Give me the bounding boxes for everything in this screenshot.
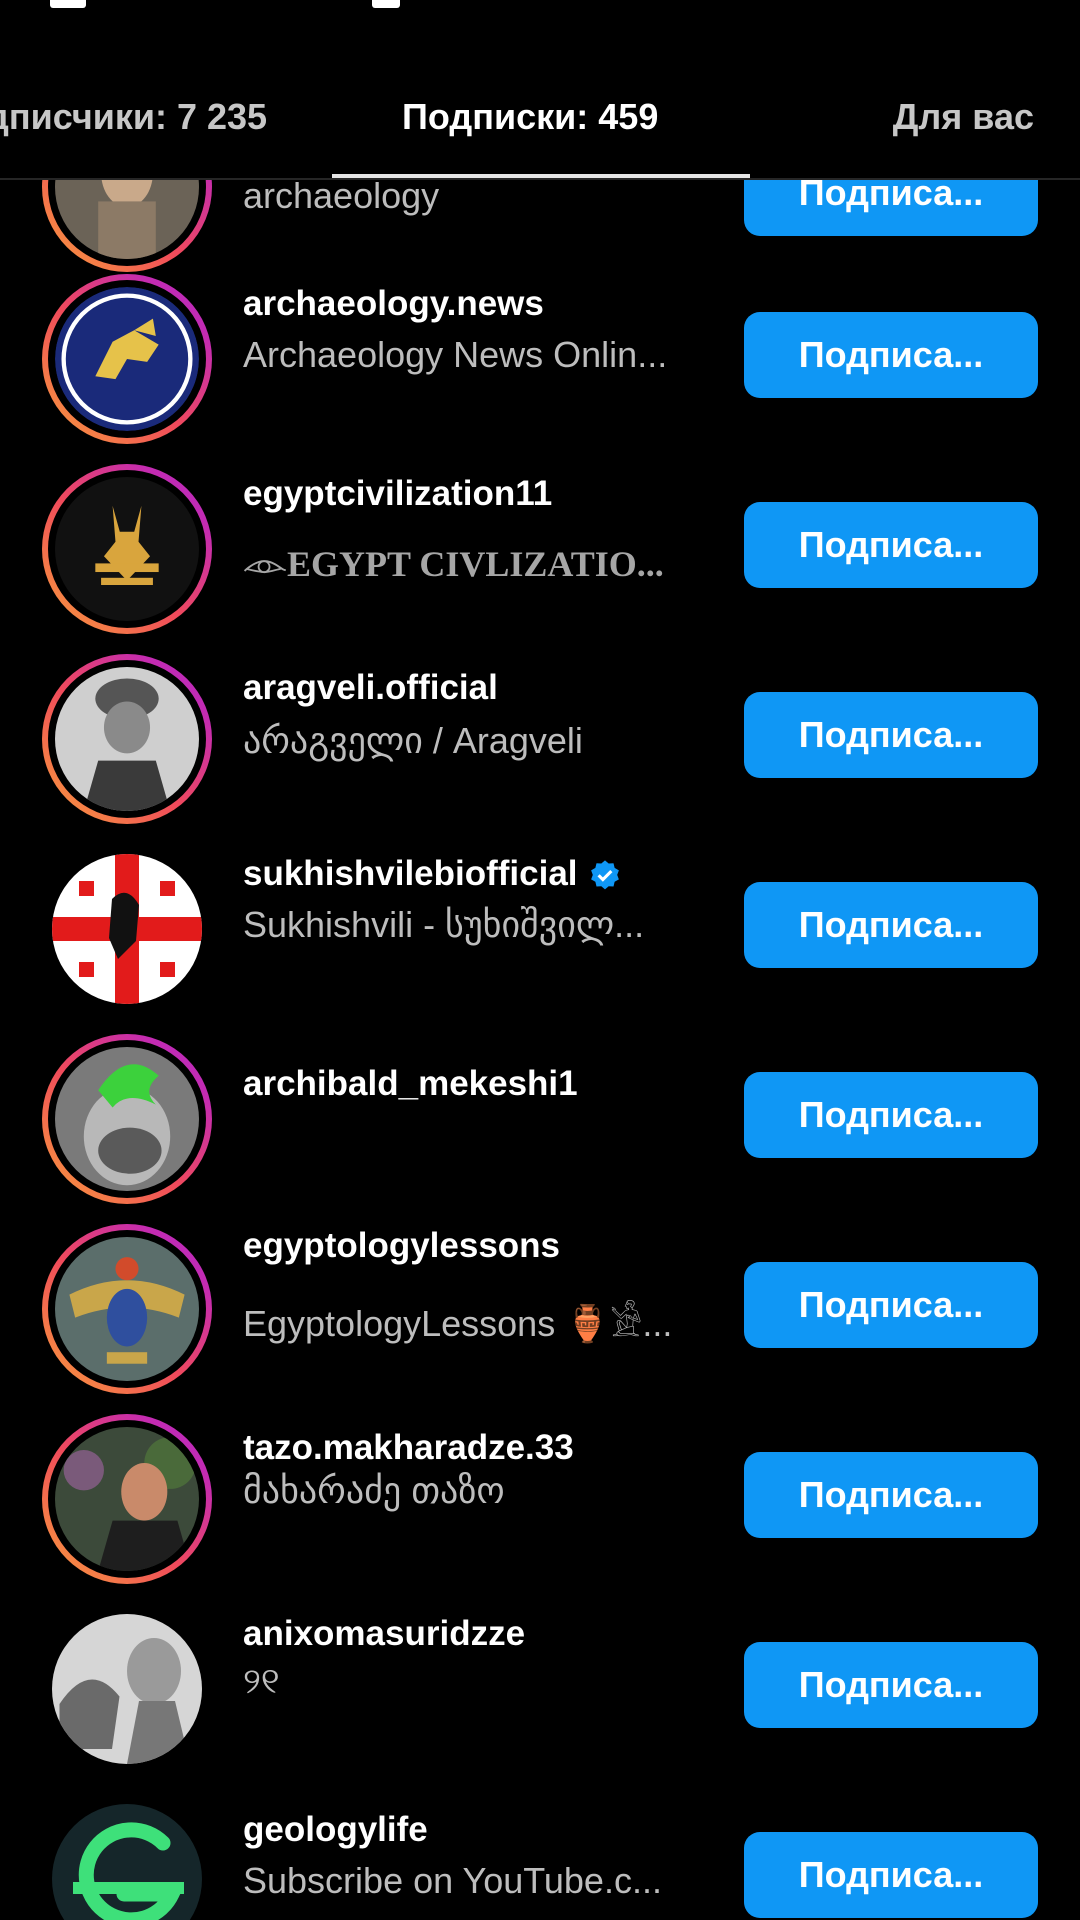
following-button[interactable]: Подписа...: [744, 1642, 1038, 1728]
avatar[interactable]: [42, 1794, 212, 1920]
list-item-username[interactable]: sukhishvilebiofficial: [243, 854, 622, 894]
list-item-subtitle: 𓁹EGYPT CIVLIZATIO...: [243, 544, 664, 584]
list-item-subtitle: Archaeology News Onlin...: [243, 334, 668, 375]
list-item-subtitle: EgyptologyLessons 🏺𓀀...: [243, 1303, 673, 1344]
following-button[interactable]: Подписа...: [744, 1072, 1038, 1158]
list-item-subtitle: არაგველი / Aragveli: [243, 720, 583, 761]
list-item-subtitle: Sukhishvili - სუხიშვილ...: [243, 904, 645, 945]
tab-for-you[interactable]: Для вас: [893, 96, 1034, 138]
list-item[interactable]: sukhishvilebiofficial Sukhishvili - სუხი…: [0, 834, 1080, 1024]
list-item-subtitle: Subscribe on YouTube.c...: [243, 1860, 662, 1901]
list-item-username[interactable]: aragveli.official: [243, 668, 498, 708]
following-button[interactable]: Подписа...: [744, 1262, 1038, 1348]
list-item-subtitle: მახარაძე თაზო: [243, 1470, 505, 1511]
following-button[interactable]: Подписа...: [744, 502, 1038, 588]
list-item-username[interactable]: egyptcivilization11: [243, 474, 552, 514]
list-item[interactable]: tazo.makharadze.33 მახარაძე თაზო Подписа…: [0, 1404, 1080, 1594]
list-item-username[interactable]: egyptologylessons: [243, 1226, 560, 1266]
avatar[interactable]: [42, 1604, 212, 1774]
following-list: archaeology Подписа... archaeology.news …: [0, 180, 1080, 1920]
list-item-username[interactable]: anixomasuridzze: [243, 1614, 525, 1654]
list-item-username[interactable]: geologylife: [243, 1810, 428, 1850]
list-item-username[interactable]: archibald_mekeshi1: [243, 1064, 578, 1104]
avatar[interactable]: [42, 180, 212, 272]
following-button[interactable]: Подписа...: [744, 1452, 1038, 1538]
avatar[interactable]: [42, 1224, 212, 1394]
list-item-username[interactable]: tazo.makharadze.33: [243, 1428, 574, 1468]
following-button[interactable]: Подписа...: [744, 312, 1038, 398]
list-item[interactable]: archibald_mekeshi1 Подписа...: [0, 1024, 1080, 1214]
list-item-username[interactable]: archaeology.news: [243, 284, 544, 324]
list-item[interactable]: anixomasuridzze ୨୧ Подписа...: [0, 1594, 1080, 1784]
following-button[interactable]: Подписа...: [744, 692, 1038, 778]
avatar[interactable]: [42, 654, 212, 824]
avatar[interactable]: [42, 1034, 212, 1204]
list-item[interactable]: egyptologylessons EgyptologyLessons 🏺𓀀..…: [0, 1214, 1080, 1404]
verified-badge-icon: [590, 860, 619, 890]
following-button[interactable]: Подписа...: [744, 180, 1038, 236]
username-text: sukhishvilebiofficial: [243, 854, 578, 893]
tab-following[interactable]: Подписки: 459: [402, 96, 658, 138]
list-item[interactable]: archaeology.news Archaeology News Onlin.…: [0, 264, 1080, 454]
following-button[interactable]: Подписа...: [744, 882, 1038, 968]
list-item-subtitle: archaeology: [243, 180, 440, 216]
tab-bar: дписчики: 7 235 Подписки: 459 Для вас: [0, 60, 1080, 180]
list-item[interactable]: egyptcivilization11 𓁹EGYPT CIVLIZATIO...…: [0, 454, 1080, 644]
tab-followers[interactable]: дписчики: 7 235: [0, 96, 267, 138]
status-bar-remnant: [0, 0, 1080, 22]
avatar[interactable]: [42, 274, 212, 444]
avatar[interactable]: [42, 844, 212, 1014]
list-item[interactable]: aragveli.official არაგველი / Aragveli По…: [0, 644, 1080, 834]
list-item[interactable]: geologylife Subscribe on YouTube.c... По…: [0, 1784, 1080, 1920]
list-item-subtitle: ୨୧: [243, 1660, 280, 1701]
following-button[interactable]: Подписа...: [744, 1832, 1038, 1918]
avatar[interactable]: [42, 464, 212, 634]
avatar[interactable]: [42, 1414, 212, 1584]
